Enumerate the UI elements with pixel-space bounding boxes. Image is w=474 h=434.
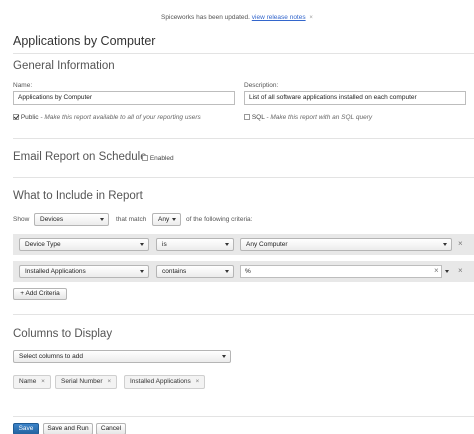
public-checkbox[interactable]: [13, 114, 19, 120]
column-tag-label: Name: [19, 378, 37, 385]
remove-criteria-icon[interactable]: ×: [458, 266, 463, 276]
email-enabled-checkbox[interactable]: [142, 155, 148, 161]
chevron-down-icon: [100, 218, 104, 221]
show-select-value: Devices: [40, 216, 64, 223]
criteria-operator-value: is: [162, 241, 167, 248]
chevron-down-icon: [140, 270, 144, 273]
email-report-heading: Email Report on Schedule: [13, 151, 147, 163]
plus-icon: +: [20, 290, 24, 297]
criteria-operator-value: contains: [162, 268, 187, 275]
update-notice-text: Spiceworks has been updated.: [161, 14, 250, 21]
criteria-operator-select[interactable]: is: [156, 238, 234, 251]
columns-heading: Columns to Display: [13, 328, 113, 340]
remove-column-icon[interactable]: ×: [196, 378, 200, 385]
description-label: Description:: [244, 82, 279, 89]
criteria-field-select[interactable]: Device Type: [19, 238, 149, 251]
email-enabled-option: Enabled: [142, 154, 174, 162]
chevron-down-icon: [172, 218, 176, 221]
include-heading: What to Include in Report: [13, 190, 143, 202]
chevron-down-icon: [222, 355, 226, 358]
remove-criteria-icon[interactable]: ×: [458, 239, 463, 249]
criteria-row: Installed Applications contains % × ×: [13, 261, 474, 282]
release-notes-link[interactable]: view release notes: [252, 14, 306, 21]
show-label: Show: [13, 216, 30, 223]
column-tag-label: Installed Applications: [130, 378, 191, 385]
divider: [13, 138, 474, 139]
chevron-down-icon: [443, 243, 447, 246]
sql-checkbox[interactable]: [244, 114, 250, 120]
chevron-down-icon: [225, 270, 229, 273]
divider: [13, 416, 474, 417]
chevron-down-icon: [445, 270, 449, 273]
sql-hint: - Make this report with an SQL query: [266, 114, 373, 121]
description-field[interactable]: List of all software applications instal…: [244, 91, 466, 105]
criteria-field-value: Device Type: [25, 241, 61, 248]
name-label: Name:: [13, 82, 33, 89]
sql-label: SQL: [251, 114, 265, 121]
close-notice-icon[interactable]: ×: [309, 15, 313, 21]
match-select[interactable]: Any: [152, 213, 181, 226]
match-label: that match: [116, 216, 147, 223]
criteria-value-value: Any Computer: [246, 241, 288, 248]
value-dropdown-toggle[interactable]: [443, 265, 452, 278]
email-enabled-label: Enabled: [149, 155, 174, 162]
chevron-down-icon: [140, 243, 144, 246]
show-select[interactable]: Devices: [34, 213, 109, 226]
criteria-value-select[interactable]: Any Computer: [240, 238, 452, 251]
criteria-field-value: Installed Applications: [25, 268, 86, 275]
divider: [13, 53, 474, 54]
public-option: Public - Make this report available to a…: [13, 113, 201, 121]
criteria-field-select[interactable]: Installed Applications: [19, 265, 149, 278]
name-field[interactable]: Applications by Computer: [13, 91, 235, 105]
update-notice: Spiceworks has been updated. view releas…: [0, 14, 474, 21]
columns-select[interactable]: Select columns to add: [13, 350, 231, 363]
page-title: Applications by Computer: [13, 34, 156, 48]
add-criteria-button[interactable]: + Add Criteria: [13, 288, 67, 300]
columns-select-placeholder: Select columns to add: [19, 353, 83, 360]
sql-option: SQL - Make this report with an SQL query: [244, 113, 372, 121]
divider: [13, 177, 474, 178]
match-select-value: Any: [158, 216, 170, 223]
general-information-heading: General Information: [13, 60, 115, 72]
save-and-run-button[interactable]: Save and Run: [43, 423, 93, 434]
column-tag-serial-number: Serial Number ×: [55, 375, 118, 389]
public-label: Public: [20, 114, 39, 121]
clear-value-icon[interactable]: ×: [434, 266, 439, 276]
criteria-suffix-label: of the following criteria:: [186, 216, 253, 223]
add-criteria-label: Add Criteria: [25, 290, 60, 297]
column-tag-installed-applications: Installed Applications ×: [124, 375, 206, 389]
save-button[interactable]: Save: [13, 423, 39, 434]
cancel-button[interactable]: Cancel: [96, 423, 126, 434]
divider: [13, 314, 474, 315]
column-tag-label: Serial Number: [61, 378, 103, 385]
chevron-down-icon: [225, 243, 229, 246]
remove-column-icon[interactable]: ×: [107, 378, 111, 385]
column-tag-name: Name ×: [13, 375, 51, 389]
criteria-operator-select[interactable]: contains: [156, 265, 234, 278]
public-hint: - Make this report available to all of y…: [40, 114, 201, 121]
remove-column-icon[interactable]: ×: [41, 378, 45, 385]
criteria-value-input[interactable]: %: [240, 265, 442, 278]
criteria-row: Device Type is Any Computer ×: [13, 234, 474, 255]
